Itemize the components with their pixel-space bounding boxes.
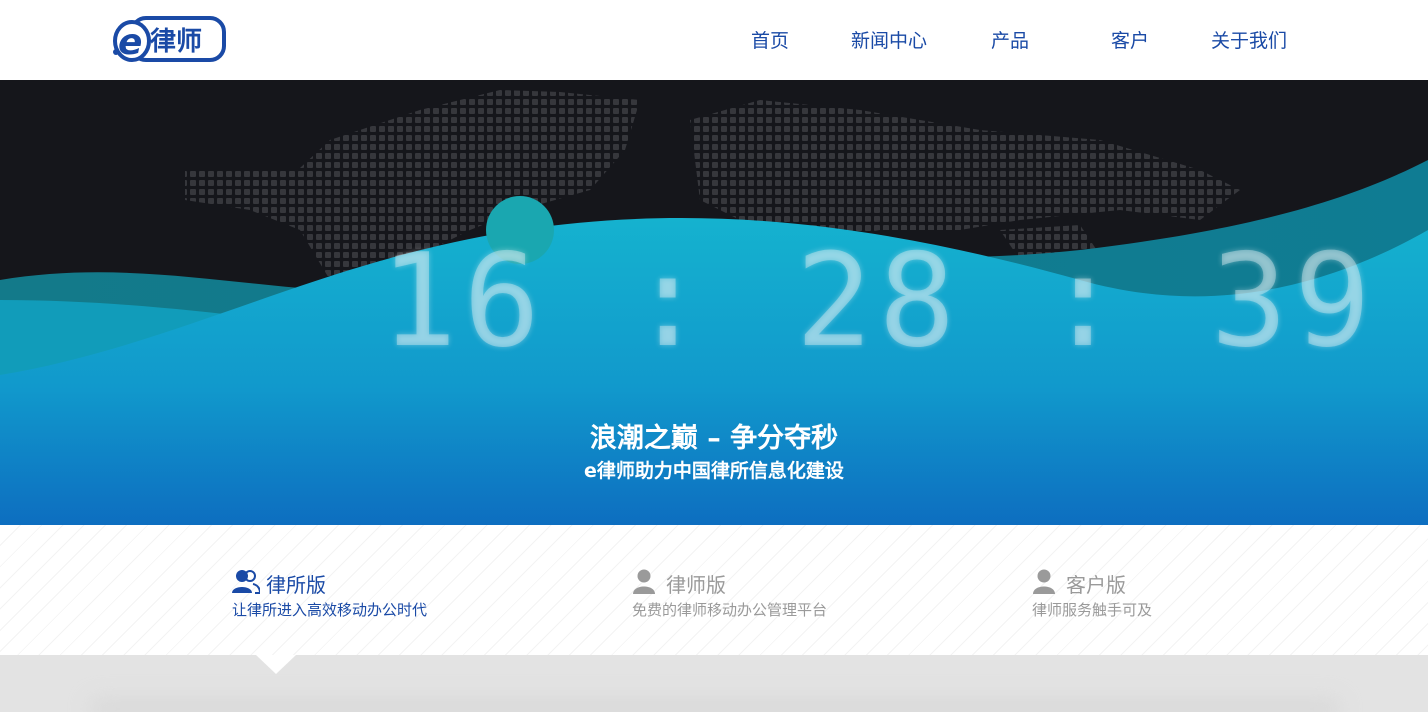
content-area (0, 655, 1428, 712)
tab-subtitle: 免费的律师移动办公管理平台 (632, 601, 828, 619)
site-header: e 律师 首页 新闻中心 产品 客户 关于我们 (0, 0, 1428, 80)
main-nav: 首页 新闻中心 产品 客户 关于我们 (0, 26, 1428, 56)
nav-products[interactable]: 产品 (991, 26, 1029, 53)
tab-law-firm-edition[interactable]: 律所版 让律所进入高效移动办公时代 (232, 569, 532, 629)
tab-lawyer-edition[interactable]: 律师版 免费的律师移动办公管理平台 (632, 569, 932, 629)
tab-client-edition[interactable]: 客户版 律师服务触手可及 (1032, 569, 1332, 629)
nav-home[interactable]: 首页 (751, 26, 789, 53)
nav-customers[interactable]: 客户 (1111, 26, 1149, 53)
users-icon (232, 570, 260, 594)
nav-about-us[interactable]: 关于我们 (1211, 26, 1287, 53)
tab-title: 律师版 (666, 573, 726, 597)
tab-subtitle: 律师服务触手可及 (1032, 601, 1153, 619)
hero-title: 浪潮之巅 – 争分夺秒 (589, 423, 839, 454)
digital-clock: 16 : 28 : 39 (380, 227, 1377, 376)
tab-title: 律所版 (266, 573, 326, 597)
hero-subtitle: e律师助力中国律所信息化建设 (584, 460, 844, 482)
tab-title: 客户版 (1066, 573, 1126, 597)
user-icon (1033, 569, 1055, 594)
nav-news-center[interactable]: 新闻中心 (851, 26, 927, 53)
tab-subtitle: 让律所进入高效移动办公时代 (232, 601, 428, 619)
active-tab-pointer (256, 655, 296, 674)
edition-tabs: 律所版 让律所进入高效移动办公时代 律师版 免费的律师移动办公管理平台 客户版 … (0, 525, 1428, 655)
content-shadow (90, 699, 1340, 712)
user-icon (633, 569, 655, 594)
hero-banner: 16 : 28 : 39 浪潮之巅 – 争分夺秒 e律师助力中国律所信息化建设 (0, 80, 1428, 525)
